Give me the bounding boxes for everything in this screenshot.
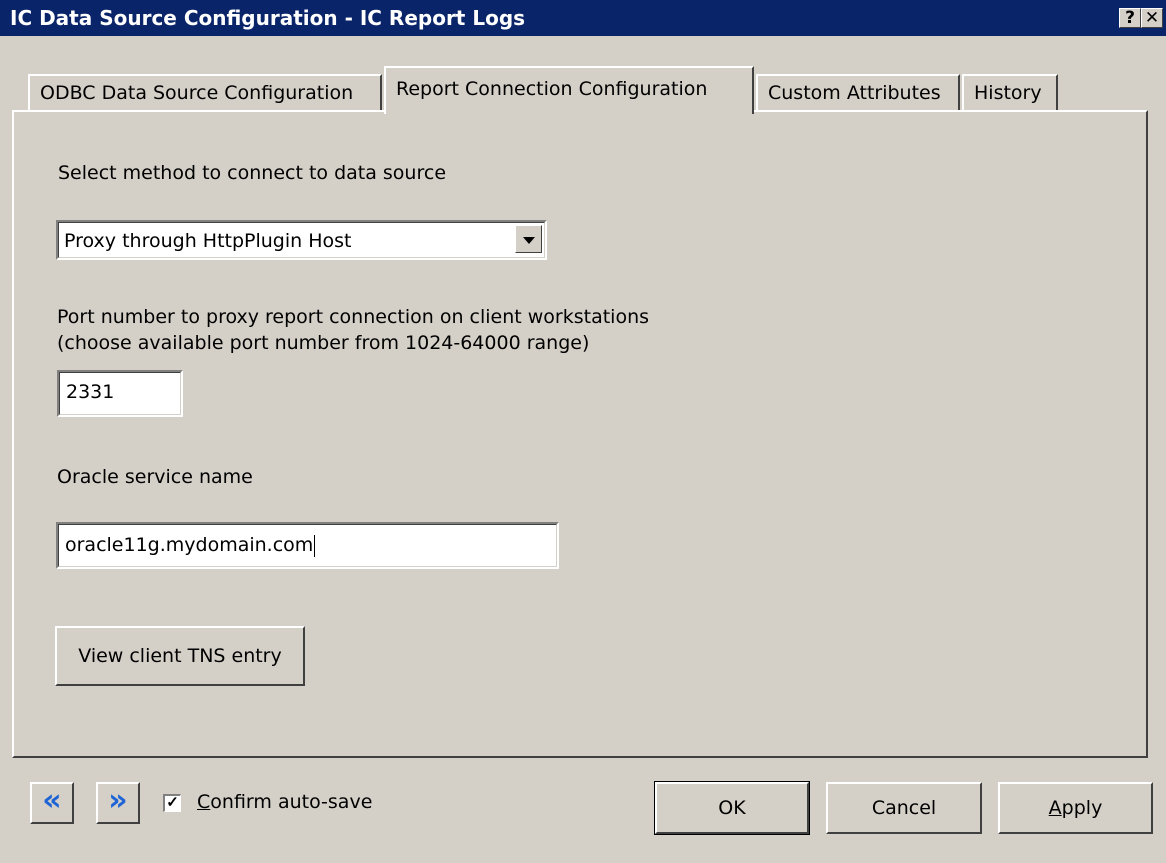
window-title: IC Data Source Configuration - IC Report… (10, 6, 526, 30)
connection-method-dropdown[interactable]: Proxy through HttpPlugin Host (56, 220, 547, 260)
port-number-input[interactable]: 2331 (57, 370, 183, 417)
double-chevron-right-icon: » (108, 783, 128, 818)
double-chevron-left-icon: « (42, 783, 62, 818)
tab-label: ODBC Data Source Configuration (40, 82, 354, 104)
dialog-window: IC Data Source Configuration - IC Report… (0, 0, 1166, 863)
help-icon: ? (1125, 8, 1135, 28)
port-label-line1: Port number to proxy report connection o… (57, 306, 650, 328)
checkmark-icon: ✓ (166, 794, 179, 811)
tab-history[interactable]: History (962, 74, 1058, 111)
oracle-service-value: oracle11g.mydomain.com (65, 534, 316, 557)
apply-button[interactable]: Apply (998, 782, 1153, 834)
port-number-value: 2331 (66, 381, 115, 403)
connection-method-label: Select method to connect to data source (58, 162, 447, 184)
title-bar[interactable]: IC Data Source Configuration - IC Report… (0, 0, 1166, 36)
port-label-line2: (choose available port number from 1024-… (57, 332, 590, 354)
close-button[interactable]: ✕ (1141, 8, 1163, 28)
tab-custom-attributes[interactable]: Custom Attributes (756, 74, 960, 111)
view-client-tns-entry-button[interactable]: View client TNS entry (55, 626, 305, 686)
mnemonic-letter: C (197, 791, 211, 813)
dropdown-value: Proxy through HttpPlugin Host (64, 230, 352, 252)
tab-label: History (974, 82, 1042, 104)
cancel-button[interactable]: Cancel (826, 782, 982, 834)
oracle-service-input[interactable]: oracle11g.mydomain.com (56, 522, 559, 569)
confirm-auto-save-checkbox[interactable]: ✓ (163, 794, 181, 812)
oracle-service-label: Oracle service name (57, 466, 253, 488)
tab-label: Custom Attributes (768, 82, 941, 104)
label-rest: pply (1061, 797, 1103, 819)
close-icon: ✕ (1144, 8, 1160, 28)
previous-button[interactable]: « (30, 782, 74, 824)
text-caret (314, 534, 316, 557)
tab-label: Report Connection Configuration (396, 78, 708, 100)
tab-report-connection-configuration[interactable]: Report Connection Configuration (384, 66, 754, 114)
confirm-auto-save-label[interactable]: Confirm auto-save (197, 791, 372, 813)
ok-button[interactable]: OK (654, 781, 810, 835)
help-button[interactable]: ? (1119, 8, 1141, 28)
tab-odbc-data-source-configuration[interactable]: ODBC Data Source Configuration (28, 74, 382, 111)
label-rest: onfirm auto-save (210, 791, 373, 813)
chevron-down-icon[interactable] (515, 225, 542, 253)
service-value-text: oracle11g.mydomain.com (65, 534, 314, 556)
next-button[interactable]: » (96, 782, 140, 824)
mnemonic-letter: A (1048, 797, 1062, 819)
